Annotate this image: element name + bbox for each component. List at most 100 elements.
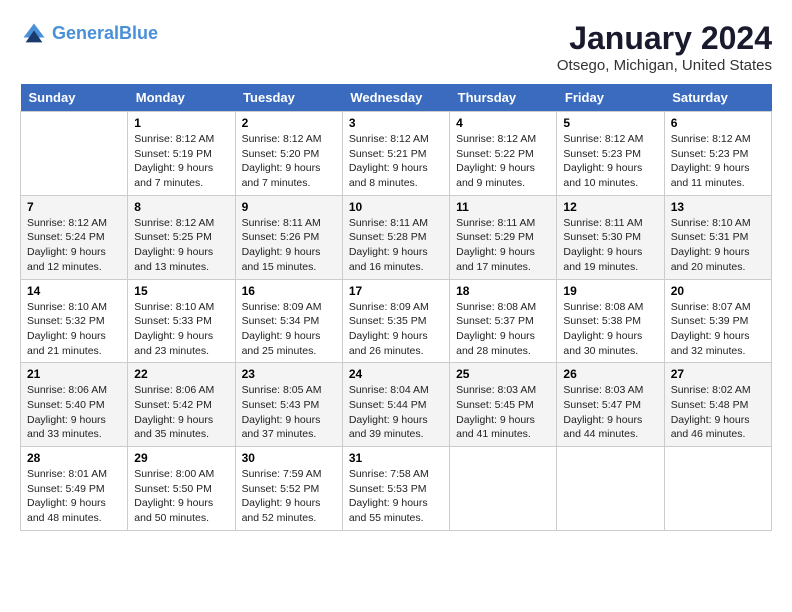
sunrise-text: Sunrise: 8:10 AM xyxy=(671,216,765,231)
calendar-cell: 31 Sunrise: 7:58 AM Sunset: 5:53 PM Dayl… xyxy=(342,447,449,531)
daylight-text: Daylight: 9 hours and 33 minutes. xyxy=(27,413,121,442)
cell-content: Sunrise: 8:12 AM Sunset: 5:21 PM Dayligh… xyxy=(349,132,443,191)
daylight-text: Daylight: 9 hours and 37 minutes. xyxy=(242,413,336,442)
sunrise-text: Sunrise: 8:12 AM xyxy=(27,216,121,231)
sunrise-text: Sunrise: 8:10 AM xyxy=(134,300,228,315)
daylight-text: Daylight: 9 hours and 26 minutes. xyxy=(349,329,443,358)
sunset-text: Sunset: 5:28 PM xyxy=(349,230,443,245)
weekday-header-tuesday: Tuesday xyxy=(235,84,342,112)
sunset-text: Sunset: 5:20 PM xyxy=(242,147,336,162)
sunset-text: Sunset: 5:29 PM xyxy=(456,230,550,245)
cell-content: Sunrise: 8:12 AM Sunset: 5:20 PM Dayligh… xyxy=(242,132,336,191)
calendar-cell: 30 Sunrise: 7:59 AM Sunset: 5:52 PM Dayl… xyxy=(235,447,342,531)
sunrise-text: Sunrise: 8:03 AM xyxy=(456,383,550,398)
calendar-cell: 19 Sunrise: 8:08 AM Sunset: 5:38 PM Dayl… xyxy=(557,279,664,363)
sunrise-text: Sunrise: 8:05 AM xyxy=(242,383,336,398)
sunset-text: Sunset: 5:43 PM xyxy=(242,398,336,413)
day-number: 14 xyxy=(27,284,121,298)
week-row-1: 1 Sunrise: 8:12 AM Sunset: 5:19 PM Dayli… xyxy=(21,112,772,196)
day-number: 6 xyxy=(671,116,765,130)
cell-content: Sunrise: 7:59 AM Sunset: 5:52 PM Dayligh… xyxy=(242,467,336,526)
day-number: 9 xyxy=(242,200,336,214)
day-number: 28 xyxy=(27,451,121,465)
daylight-text: Daylight: 9 hours and 15 minutes. xyxy=(242,245,336,274)
sunset-text: Sunset: 5:38 PM xyxy=(563,314,657,329)
sunset-text: Sunset: 5:25 PM xyxy=(134,230,228,245)
day-number: 19 xyxy=(563,284,657,298)
sunset-text: Sunset: 5:30 PM xyxy=(563,230,657,245)
calendar-cell: 22 Sunrise: 8:06 AM Sunset: 5:42 PM Dayl… xyxy=(128,363,235,447)
calendar-cell: 15 Sunrise: 8:10 AM Sunset: 5:33 PM Dayl… xyxy=(128,279,235,363)
daylight-text: Daylight: 9 hours and 16 minutes. xyxy=(349,245,443,274)
calendar-cell: 24 Sunrise: 8:04 AM Sunset: 5:44 PM Dayl… xyxy=(342,363,449,447)
sunrise-text: Sunrise: 8:11 AM xyxy=(242,216,336,231)
day-number: 16 xyxy=(242,284,336,298)
day-number: 10 xyxy=(349,200,443,214)
week-row-4: 21 Sunrise: 8:06 AM Sunset: 5:40 PM Dayl… xyxy=(21,363,772,447)
sunrise-text: Sunrise: 8:07 AM xyxy=(671,300,765,315)
weekday-header-row: SundayMondayTuesdayWednesdayThursdayFrid… xyxy=(21,84,772,112)
cell-content: Sunrise: 8:04 AM Sunset: 5:44 PM Dayligh… xyxy=(349,383,443,442)
day-number: 2 xyxy=(242,116,336,130)
logo: GeneralBlue xyxy=(20,20,158,48)
sunset-text: Sunset: 5:19 PM xyxy=(134,147,228,162)
cell-content: Sunrise: 8:12 AM Sunset: 5:22 PM Dayligh… xyxy=(456,132,550,191)
cell-content: Sunrise: 8:12 AM Sunset: 5:24 PM Dayligh… xyxy=(27,216,121,275)
cell-content: Sunrise: 8:09 AM Sunset: 5:34 PM Dayligh… xyxy=(242,300,336,359)
daylight-text: Daylight: 9 hours and 12 minutes. xyxy=(27,245,121,274)
day-number: 26 xyxy=(563,367,657,381)
calendar-cell: 6 Sunrise: 8:12 AM Sunset: 5:23 PM Dayli… xyxy=(664,112,771,196)
day-number: 31 xyxy=(349,451,443,465)
page-header: GeneralBlue January 2024 Otsego, Michiga… xyxy=(20,20,772,74)
calendar-cell: 16 Sunrise: 8:09 AM Sunset: 5:34 PM Dayl… xyxy=(235,279,342,363)
cell-content: Sunrise: 8:05 AM Sunset: 5:43 PM Dayligh… xyxy=(242,383,336,442)
cell-content: Sunrise: 8:03 AM Sunset: 5:45 PM Dayligh… xyxy=(456,383,550,442)
daylight-text: Daylight: 9 hours and 20 minutes. xyxy=(671,245,765,274)
daylight-text: Daylight: 9 hours and 17 minutes. xyxy=(456,245,550,274)
sunrise-text: Sunrise: 8:12 AM xyxy=(134,216,228,231)
cell-content: Sunrise: 8:07 AM Sunset: 5:39 PM Dayligh… xyxy=(671,300,765,359)
daylight-text: Daylight: 9 hours and 23 minutes. xyxy=(134,329,228,358)
sunset-text: Sunset: 5:49 PM xyxy=(27,482,121,497)
cell-content: Sunrise: 8:01 AM Sunset: 5:49 PM Dayligh… xyxy=(27,467,121,526)
day-number: 24 xyxy=(349,367,443,381)
week-row-3: 14 Sunrise: 8:10 AM Sunset: 5:32 PM Dayl… xyxy=(21,279,772,363)
sunset-text: Sunset: 5:48 PM xyxy=(671,398,765,413)
day-number: 15 xyxy=(134,284,228,298)
sunset-text: Sunset: 5:37 PM xyxy=(456,314,550,329)
daylight-text: Daylight: 9 hours and 46 minutes. xyxy=(671,413,765,442)
calendar-cell: 10 Sunrise: 8:11 AM Sunset: 5:28 PM Dayl… xyxy=(342,195,449,279)
calendar-cell: 11 Sunrise: 8:11 AM Sunset: 5:29 PM Dayl… xyxy=(450,195,557,279)
daylight-text: Daylight: 9 hours and 32 minutes. xyxy=(671,329,765,358)
calendar-cell xyxy=(21,112,128,196)
calendar-cell: 18 Sunrise: 8:08 AM Sunset: 5:37 PM Dayl… xyxy=(450,279,557,363)
calendar-cell: 28 Sunrise: 8:01 AM Sunset: 5:49 PM Dayl… xyxy=(21,447,128,531)
sunset-text: Sunset: 5:52 PM xyxy=(242,482,336,497)
sunrise-text: Sunrise: 7:59 AM xyxy=(242,467,336,482)
daylight-text: Daylight: 9 hours and 41 minutes. xyxy=(456,413,550,442)
cell-content: Sunrise: 8:10 AM Sunset: 5:31 PM Dayligh… xyxy=(671,216,765,275)
calendar-cell: 26 Sunrise: 8:03 AM Sunset: 5:47 PM Dayl… xyxy=(557,363,664,447)
sunrise-text: Sunrise: 8:02 AM xyxy=(671,383,765,398)
day-number: 27 xyxy=(671,367,765,381)
cell-content: Sunrise: 8:06 AM Sunset: 5:40 PM Dayligh… xyxy=(27,383,121,442)
daylight-text: Daylight: 9 hours and 39 minutes. xyxy=(349,413,443,442)
daylight-text: Daylight: 9 hours and 44 minutes. xyxy=(563,413,657,442)
day-number: 30 xyxy=(242,451,336,465)
calendar-cell: 1 Sunrise: 8:12 AM Sunset: 5:19 PM Dayli… xyxy=(128,112,235,196)
sunrise-text: Sunrise: 8:10 AM xyxy=(27,300,121,315)
sunset-text: Sunset: 5:53 PM xyxy=(349,482,443,497)
sunrise-text: Sunrise: 8:04 AM xyxy=(349,383,443,398)
daylight-text: Daylight: 9 hours and 48 minutes. xyxy=(27,496,121,525)
week-row-5: 28 Sunrise: 8:01 AM Sunset: 5:49 PM Dayl… xyxy=(21,447,772,531)
sunset-text: Sunset: 5:23 PM xyxy=(671,147,765,162)
day-number: 12 xyxy=(563,200,657,214)
cell-content: Sunrise: 8:09 AM Sunset: 5:35 PM Dayligh… xyxy=(349,300,443,359)
sunrise-text: Sunrise: 8:09 AM xyxy=(242,300,336,315)
cell-content: Sunrise: 8:11 AM Sunset: 5:30 PM Dayligh… xyxy=(563,216,657,275)
daylight-text: Daylight: 9 hours and 28 minutes. xyxy=(456,329,550,358)
sunset-text: Sunset: 5:21 PM xyxy=(349,147,443,162)
daylight-text: Daylight: 9 hours and 25 minutes. xyxy=(242,329,336,358)
daylight-text: Daylight: 9 hours and 21 minutes. xyxy=(27,329,121,358)
weekday-header-wednesday: Wednesday xyxy=(342,84,449,112)
